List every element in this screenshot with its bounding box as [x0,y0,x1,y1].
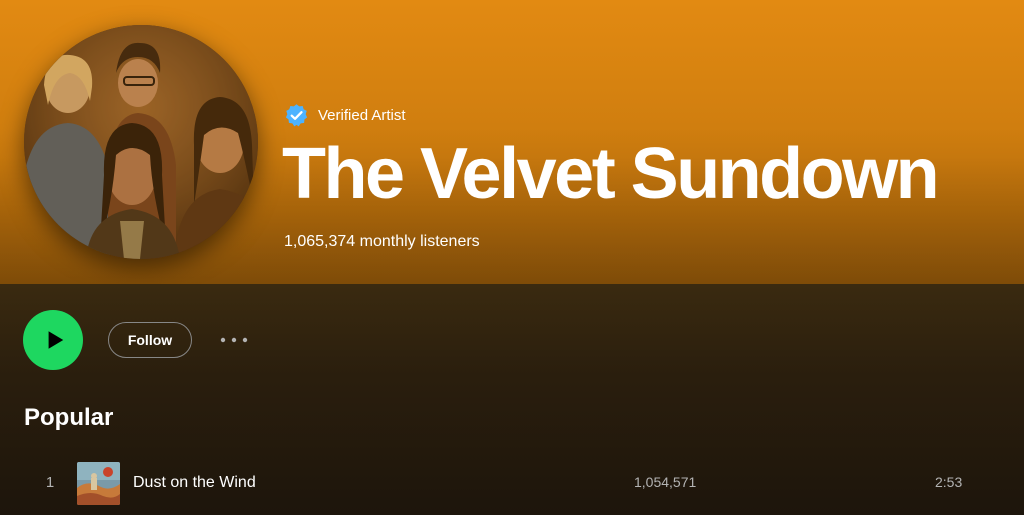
track-play-count: 1,054,571 [634,474,697,490]
more-options-button[interactable] [216,326,252,354]
monthly-listeners: 1,065,374 monthly listeners [284,233,480,250]
popular-heading: Popular [24,404,114,431]
track-cover-art [77,462,120,505]
artist-photo [24,25,258,259]
track-row[interactable]: 1 Dust on the Wind 1,054,571 2:53 [16,458,1008,510]
verified-badge: Verified Artist [284,102,406,128]
play-button[interactable] [23,310,83,370]
artist-name: The Velvet Sundown [282,134,940,214]
track-number: 1 [45,474,55,491]
more-horizontal-icon [220,337,248,343]
artist-page: Verified Artist The Velvet Sundown 1,065… [0,0,1024,515]
verified-label: Verified Artist [318,106,406,124]
track-duration: 2:53 [935,474,963,490]
follow-button[interactable]: Follow [108,322,192,358]
play-icon [48,331,63,349]
track-title[interactable]: Dust on the Wind [133,474,256,492]
verified-icon [285,103,308,126]
